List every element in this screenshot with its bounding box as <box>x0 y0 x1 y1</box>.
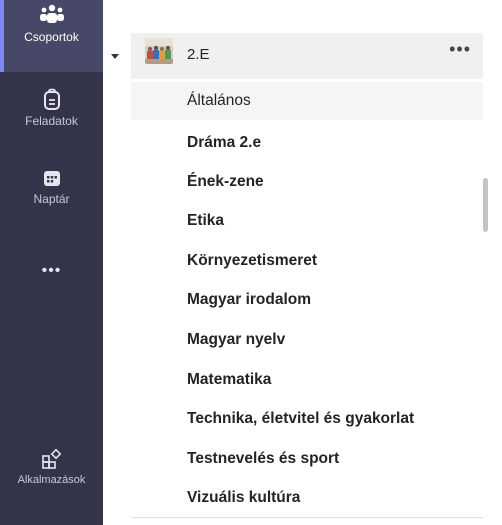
rail-item-teams[interactable]: Csoportok <box>0 0 103 72</box>
channel-item[interactable]: Technika, életvitel és gyakorlat <box>131 400 483 438</box>
collapse-caret-icon[interactable] <box>111 54 119 59</box>
channel-item[interactable]: Magyar nyelv <box>131 321 483 359</box>
active-indicator <box>0 0 4 72</box>
team-more-options-icon[interactable]: ••• <box>449 39 471 60</box>
rail-item-calendar[interactable]: Naptár <box>0 168 103 228</box>
channel-item[interactable]: Környezetismeret <box>131 242 483 280</box>
channel-item[interactable]: Matematika <box>131 361 483 399</box>
channel-item[interactable]: Dráma 2.e <box>131 124 483 162</box>
rail-item-assignments[interactable]: Feladatok <box>0 88 103 148</box>
channel-item[interactable]: Ének-zene <box>131 163 483 201</box>
team-header-row[interactable]: 2.E ••• <box>111 33 483 79</box>
channel-item[interactable]: Vizuális kultúra <box>131 479 483 517</box>
team-photo-icon <box>145 38 173 64</box>
team-name: 2.E <box>187 46 210 63</box>
rail-label-teams: Csoportok <box>24 30 79 44</box>
team-avatar <box>145 38 173 64</box>
backpack-icon <box>43 88 60 110</box>
apps-icon <box>41 448 61 469</box>
calendar-icon <box>43 171 60 186</box>
channel-item[interactable]: Testnevelés és sport <box>131 440 483 478</box>
more-icon: ••• <box>41 262 62 279</box>
rail-label-assignments: Feladatok <box>25 114 78 128</box>
rail-item-apps[interactable]: Alkalmazások <box>0 448 103 518</box>
team-channel-list: 2.E ••• Általános Dráma 2.e Ének-zene Et… <box>103 0 502 525</box>
channel-item[interactable]: Etika <box>131 202 483 240</box>
teams-icon <box>39 4 64 23</box>
channel-item[interactable]: Magyar irodalom <box>131 281 483 319</box>
app-rail: Csoportok Feladatok Naptár ••• Alkalmazá… <box>0 0 103 525</box>
list-scrollbar[interactable] <box>483 178 488 232</box>
rail-label-calendar: Naptár <box>33 192 70 206</box>
channel-item-general[interactable]: Általános <box>131 82 483 120</box>
rail-label-apps: Alkalmazások <box>17 474 86 486</box>
rail-more-apps-button[interactable]: ••• <box>0 256 103 286</box>
list-divider <box>131 517 483 518</box>
